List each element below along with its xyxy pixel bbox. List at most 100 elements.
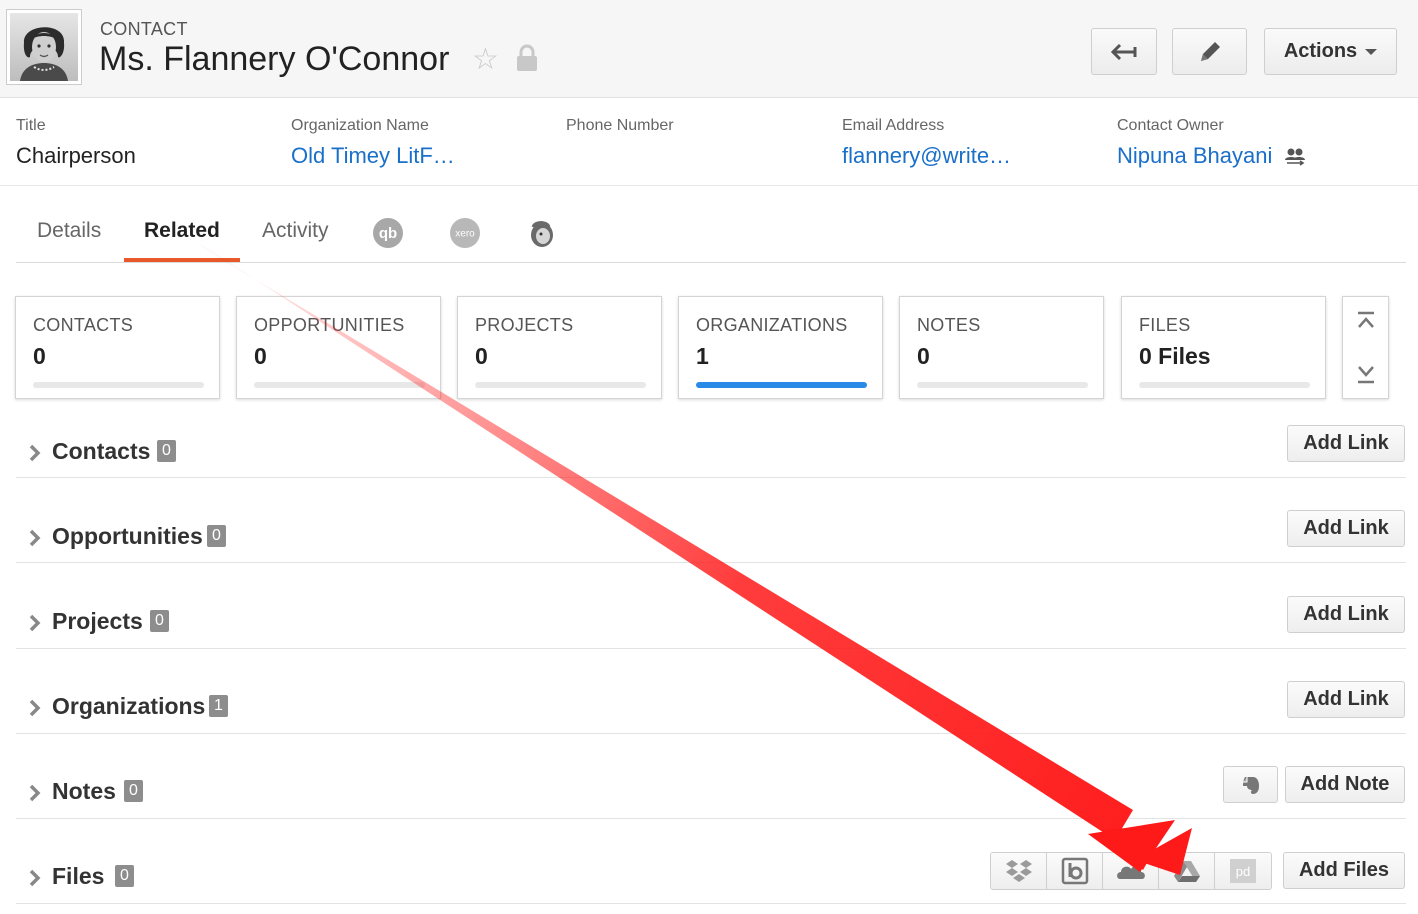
favorite-star-icon[interactable]: ☆ — [472, 42, 499, 77]
owner-link[interactable]: Nipuna Bhayani — [1117, 143, 1272, 168]
scroll-top-icon[interactable] — [1356, 311, 1376, 333]
card-progress-bar — [33, 382, 204, 388]
chevron-right-icon[interactable] — [28, 528, 42, 548]
add-link-button[interactable]: Add Link — [1287, 510, 1405, 547]
google-drive-icon — [1173, 861, 1200, 882]
add-note-button[interactable]: Add Note — [1285, 766, 1405, 803]
portrait-image — [10, 13, 78, 81]
record-header: CONTACT Ms. Flannery O'Connor ☆ Actions — [0, 0, 1418, 98]
organization-link[interactable]: Old Timey LitF… — [291, 143, 455, 169]
chevron-right-icon[interactable] — [28, 443, 42, 463]
owner-field-value: Nipuna Bhayani — [1117, 143, 1306, 169]
card-progress-bar — [917, 382, 1088, 388]
google-drive-button[interactable] — [1159, 853, 1215, 889]
section-opportunities: Opportunities 0 Add Link — [16, 477, 1406, 563]
field-label: Phone Number — [566, 117, 674, 134]
contact-avatar[interactable] — [6, 9, 82, 85]
summary-card-organizations[interactable]: ORGANIZATIONS 1 — [678, 296, 883, 399]
box-button[interactable] — [1047, 853, 1103, 889]
count-badge: 1 — [209, 695, 228, 717]
section-organizations: Organizations 1 Add Link — [16, 648, 1406, 734]
actions-dropdown-button[interactable]: Actions — [1264, 28, 1397, 75]
summary-card-contacts[interactable]: CONTACTS 0 — [15, 296, 220, 399]
svg-text:xero: xero — [455, 229, 475, 240]
card-label: ORGANIZATIONS — [696, 315, 848, 335]
card-label: FILES — [1139, 315, 1191, 335]
section-title[interactable]: Organizations — [52, 693, 205, 720]
tab-related[interactable]: Related — [144, 219, 220, 243]
field-email: Email Address flannery@write… — [842, 117, 1011, 169]
back-arrow-icon — [1111, 43, 1137, 60]
add-link-button[interactable]: Add Link — [1287, 681, 1405, 718]
section-title[interactable]: Files — [52, 863, 104, 890]
count-badge: 0 — [207, 525, 226, 547]
add-files-button[interactable]: Add Files — [1283, 852, 1405, 889]
add-link-button[interactable]: Add Link — [1287, 596, 1405, 633]
section-files: Files 0 pd Add Files — [16, 818, 1406, 904]
tab-activity[interactable]: Activity — [262, 219, 329, 243]
edit-button[interactable] — [1172, 28, 1247, 75]
section-title[interactable]: Contacts — [52, 438, 150, 465]
email-link[interactable]: flannery@write… — [842, 143, 1011, 169]
record-type-label: CONTACT — [100, 19, 188, 39]
pandadoc-button[interactable]: pd — [1215, 853, 1271, 889]
pencil-icon — [1200, 41, 1220, 61]
summary-card-opportunities[interactable]: OPPORTUNITIES 0 — [236, 296, 441, 399]
mailchimp-icon[interactable] — [525, 217, 557, 249]
field-organization: Organization Name Old Timey LitF… — [291, 117, 455, 169]
summary-card-projects[interactable]: PROJECTS 0 — [457, 296, 662, 399]
evernote-icon — [1242, 776, 1259, 794]
summary-card-files[interactable]: FILES 0 Files — [1121, 296, 1326, 399]
pandadoc-icon: pd — [1230, 859, 1256, 883]
field-contact-owner: Contact Owner Nipuna Bhayani — [1117, 117, 1306, 169]
field-label: Contact Owner — [1117, 117, 1224, 134]
card-label: PROJECTS — [475, 315, 574, 335]
quickbooks-icon[interactable]: qb — [372, 217, 404, 249]
chevron-right-icon[interactable] — [28, 868, 42, 888]
card-label: CONTACTS — [33, 315, 134, 335]
count-badge: 0 — [157, 440, 176, 462]
card-progress-fill — [696, 382, 867, 388]
field-label: Email Address — [842, 117, 945, 134]
chevron-right-icon[interactable] — [28, 613, 42, 633]
dropbox-button[interactable] — [991, 853, 1047, 889]
scroll-bottom-icon[interactable] — [1356, 363, 1376, 385]
lock-icon[interactable] — [516, 44, 538, 72]
summary-card-notes[interactable]: NOTES 0 — [899, 296, 1104, 399]
section-title[interactable]: Opportunities — [52, 523, 203, 550]
onedrive-button[interactable] — [1103, 853, 1159, 889]
field-title: Title Chairperson — [16, 117, 136, 169]
section-title[interactable]: Notes — [52, 778, 116, 805]
box-icon — [1061, 857, 1088, 885]
count-badge: 0 — [124, 780, 143, 802]
chevron-right-icon[interactable] — [28, 783, 42, 803]
card-value: 0 — [917, 343, 930, 369]
change-owner-icon[interactable] — [1284, 147, 1306, 167]
evernote-button[interactable] — [1223, 766, 1278, 803]
add-link-button[interactable]: Add Link — [1287, 425, 1405, 462]
card-label: NOTES — [917, 315, 981, 335]
card-progress-bar — [254, 382, 425, 388]
card-progress-bar — [696, 382, 867, 388]
back-button[interactable] — [1091, 28, 1157, 75]
section-contacts: Contacts 0 Add Link — [16, 392, 1406, 478]
card-value: 0 — [254, 343, 267, 369]
field-value: Chairperson — [16, 143, 136, 168]
caret-down-icon — [1365, 48, 1378, 55]
field-label: Title — [16, 117, 46, 134]
tab-details[interactable]: Details — [37, 219, 101, 243]
card-value: 0 — [475, 343, 488, 369]
card-progress-bar — [475, 382, 646, 388]
xero-icon[interactable]: xero — [449, 217, 481, 249]
onedrive-icon — [1116, 866, 1145, 879]
active-tab-indicator — [124, 258, 240, 262]
page-title: Ms. Flannery O'Connor — [99, 40, 450, 78]
chevron-right-icon[interactable] — [28, 698, 42, 718]
record-tabs: Details Related Activity qb xero — [16, 209, 1406, 263]
section-title[interactable]: Projects — [52, 608, 143, 635]
count-badge: 0 — [115, 865, 134, 887]
key-fields-row: Title Chairperson Organization Name Old … — [0, 97, 1418, 186]
count-badge: 0 — [150, 610, 169, 632]
section-projects: Projects 0 Add Link — [16, 563, 1406, 649]
svg-text:qb: qb — [379, 225, 397, 242]
